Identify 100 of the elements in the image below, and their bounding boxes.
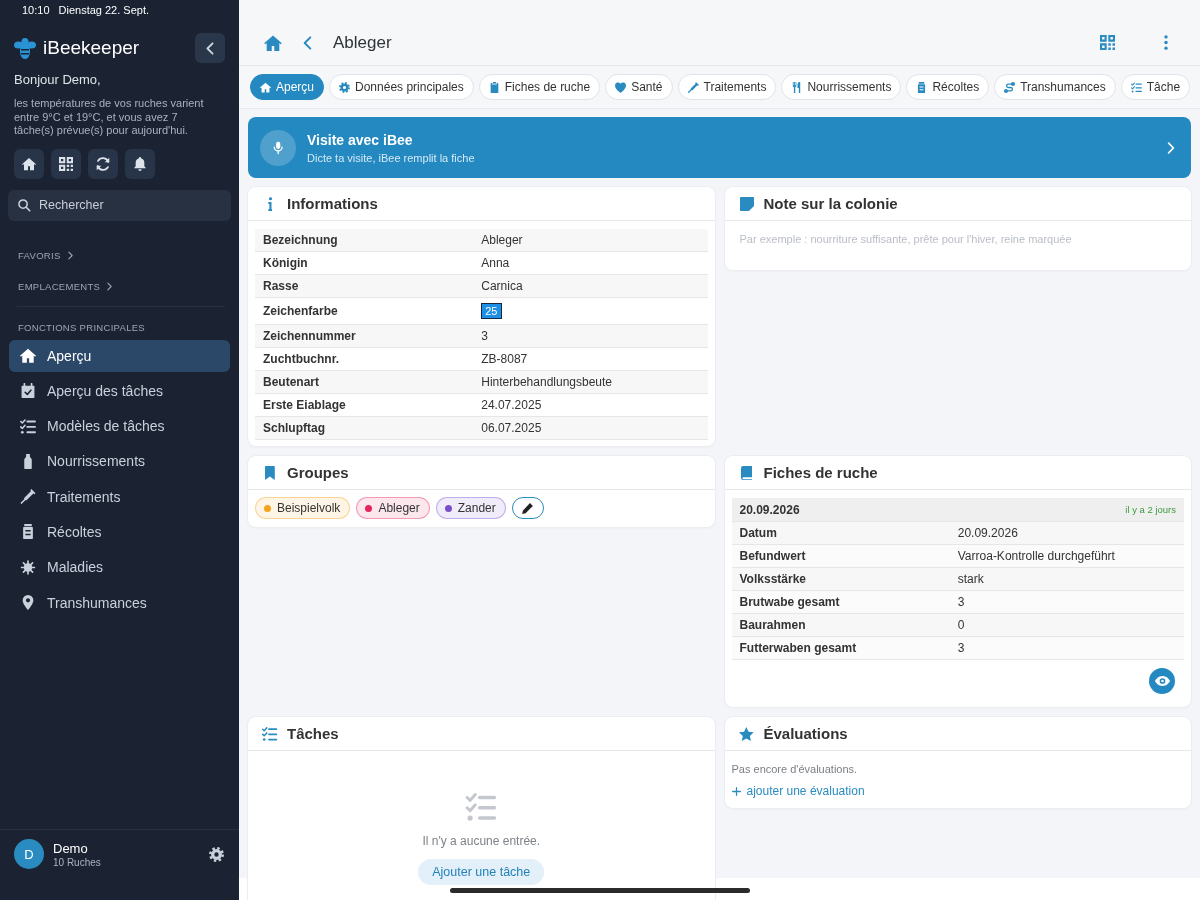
- edit-button[interactable]: [511, 497, 544, 519]
- field-label: Zeichennummer: [262, 329, 357, 343]
- home-button[interactable]: [14, 148, 44, 179]
- field-value: Anna: [481, 256, 510, 270]
- microphone-icon: [260, 129, 296, 166]
- nav-item[interactable]: Récoltes: [9, 516, 230, 548]
- more-vertical-icon: [1164, 35, 1168, 50]
- temperature-message: les températures de vos ruches varient entre 9°C et 19°C, et vous avez 7 tâche(s) prévue(s) pour aujourd'hui.: [14, 97, 205, 138]
- group-tag[interactable]: Ableger: [356, 497, 430, 519]
- pencil-icon: [522, 502, 534, 514]
- bee-logo-icon: [14, 37, 36, 59]
- field-value: stark: [957, 572, 984, 586]
- refresh-button[interactable]: [88, 148, 118, 179]
- page-title: Ableger: [333, 32, 392, 53]
- settings-icon: [209, 846, 224, 862]
- notifications-button[interactable]: [125, 148, 155, 179]
- virus-icon: [20, 559, 36, 575]
- search-field[interactable]: Rechercher: [8, 189, 231, 221]
- field-value: ZB-8087: [481, 352, 528, 366]
- nav-item[interactable]: Aperçu des tâches: [9, 374, 230, 407]
- chevron-right-icon: [107, 282, 113, 291]
- record-date: 20.09.2026: [739, 502, 800, 517]
- nav-item[interactable]: Aperçu: [9, 339, 230, 372]
- tab[interactable]: Tâche: [1120, 74, 1191, 100]
- group-tag[interactable]: Zander: [435, 497, 506, 519]
- ibee-visit-banner[interactable]: Visite avec iBee Dicte ta visite, iBee remplit la fiche: [248, 117, 1191, 178]
- field-value: 0: [957, 618, 965, 632]
- settings-button[interactable]: [209, 846, 224, 862]
- note-input[interactable]: Par exemple : nourriture suffisante, prête pour l'hiver, reine marquée: [739, 233, 1176, 262]
- tab[interactable]: Récoltes: [906, 74, 990, 100]
- card-title: Évaluations: [763, 725, 848, 742]
- tab[interactable]: Traitements: [677, 74, 777, 100]
- tab[interactable]: Données principales: [329, 74, 474, 100]
- user-name: Demo: [53, 840, 89, 856]
- search-icon: [18, 198, 31, 212]
- field-value: Hinterbehandlungsbeute: [481, 375, 613, 389]
- qr-code-button[interactable]: [51, 148, 81, 179]
- bell-icon: [133, 156, 147, 171]
- search-input[interactable]: Rechercher: [39, 198, 221, 212]
- view-button[interactable]: [1149, 668, 1175, 694]
- field-value: Ableger: [481, 233, 523, 247]
- nav-item[interactable]: Maladies: [9, 551, 230, 584]
- home-icon: [260, 81, 271, 93]
- field-value: 3: [481, 329, 488, 343]
- sidebar-section-toggle[interactable]: EMPLACEMENTS: [18, 276, 113, 297]
- more-menu-button[interactable]: [1164, 35, 1168, 50]
- card-title: Informations: [287, 195, 378, 212]
- field-value: 20.09.2026: [957, 526, 1018, 540]
- qr-code-icon: [1100, 35, 1115, 50]
- group-tag[interactable]: Beispielvolk: [255, 497, 351, 519]
- checklist-icon: [20, 418, 36, 434]
- tab[interactable]: Aperçu: [250, 74, 325, 100]
- jar-icon: [916, 81, 928, 93]
- home-icon: [22, 156, 36, 171]
- field-label: Erste Eiablage: [262, 398, 347, 412]
- clipboard-icon: [488, 81, 500, 93]
- nav-item[interactable]: Nourrissements: [9, 445, 230, 478]
- bookmark-icon: [265, 465, 275, 480]
- field-value: Carnica: [481, 279, 523, 293]
- field-label: Rasse: [262, 279, 300, 293]
- tab[interactable]: Nourrissements: [781, 74, 902, 100]
- app-name: iBeekeeper: [43, 37, 140, 59]
- banner-title: Visite avec iBee: [307, 131, 414, 148]
- syringe-icon: [20, 489, 36, 505]
- add-evaluation-link[interactable]: ajouter une évaluation: [731, 784, 865, 798]
- group-name: Ableger: [378, 501, 420, 515]
- qr-code-icon: [59, 156, 73, 171]
- tab[interactable]: Fiches de ruche: [478, 74, 601, 100]
- field-label: Volksstärke: [738, 572, 807, 586]
- field-label: Baurahmen: [738, 618, 807, 632]
- calendar-check-icon: [20, 383, 36, 399]
- gear-icon: [339, 81, 351, 93]
- tab[interactable]: Santé: [605, 74, 673, 100]
- eye-icon: [1154, 676, 1170, 686]
- star-icon: [739, 726, 754, 741]
- sidebar-section-toggle[interactable]: FAVORIS: [18, 245, 73, 266]
- card-title: Fiches de ruche: [763, 464, 878, 481]
- back-button[interactable]: [303, 35, 312, 50]
- collapse-sidebar-button[interactable]: [195, 33, 225, 63]
- field-value: Varroa-Kontrolle durchgeführt: [957, 549, 1115, 563]
- note-field[interactable]: Par exemple : nourriture suffisante, prête pour l'hiver, reine marquée: [724, 221, 1191, 270]
- banner-subtitle: Dicte ta visite, iBee remplit la fiche: [307, 151, 476, 164]
- tab[interactable]: Transhumances: [994, 74, 1116, 100]
- sticky-note-icon: [739, 196, 754, 211]
- route-icon: [1004, 81, 1016, 93]
- chevron-left-icon: [206, 41, 214, 55]
- empty-message: Pas encore d'évaluations.: [730, 762, 859, 775]
- nav-item[interactable]: Modèles de tâches: [9, 410, 230, 443]
- checklist-icon: [1130, 81, 1142, 93]
- nav-item[interactable]: Transhumances: [9, 586, 230, 619]
- field-label: Befundwert: [738, 549, 807, 563]
- nav-item[interactable]: Traitements: [9, 480, 230, 513]
- greeting-text: Bonjour Demo,: [14, 72, 102, 88]
- home-icon: [20, 348, 36, 363]
- refresh-icon: [96, 156, 110, 171]
- section-heading: FONCTIONS PRINCIPALES: [18, 321, 146, 334]
- syringe-icon: [687, 81, 699, 93]
- plus-icon: [731, 786, 741, 796]
- field-label: Königin: [262, 256, 309, 270]
- add-task-button[interactable]: Ajouter une tâche: [418, 859, 545, 885]
